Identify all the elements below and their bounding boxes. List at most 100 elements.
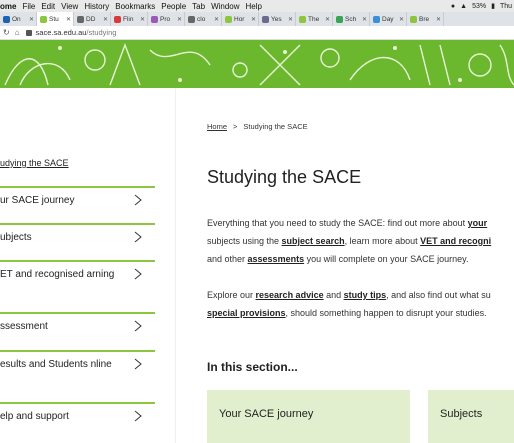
close-icon[interactable]: ✕ [362,16,369,23]
sidebar-item-help[interactable]: elp and support [0,402,155,443]
assessments-link[interactable]: assessments [248,254,305,264]
sidebar-item-assessment[interactable]: ssessment [0,312,155,350]
status-area: ● ▲ 53% ▮ Thu [451,2,514,11]
menu-file[interactable]: File [22,2,35,11]
browser-tab[interactable]: Sch ✕ [333,12,370,26]
subject-search-link[interactable]: subject search [282,236,345,246]
explore-paragraph-line: special provisions, should something hap… [207,304,487,322]
special-provisions-link[interactable]: special provisions [207,308,286,318]
url-path: /studying [86,28,117,37]
browser-tab[interactable]: DD ✕ [74,12,111,26]
sidebar-item-sace-journey[interactable]: ur SACE journey [0,186,155,223]
sidebar-item-label: esults and Students nline [0,359,112,370]
intro-paragraph-line: and other assessments you will complete … [207,250,469,268]
tab-title: On [12,15,21,23]
lock-icon[interactable] [25,29,32,36]
sidebar-item-label: elp and support [0,411,69,422]
close-icon[interactable]: ✕ [288,16,295,23]
intro-text: and other [207,254,248,264]
close-icon[interactable]: ✕ [177,16,184,23]
chevron-right-icon [134,268,142,280]
section-heading: In this section... [207,360,298,374]
home-icon[interactable]: ⌂ [15,28,20,37]
menu-edit[interactable]: Edit [41,2,55,11]
url-field[interactable]: sace.sa.edu.au/studying [36,28,117,37]
browser-tab[interactable]: clo ✕ [185,12,222,26]
menu-help[interactable]: Help [246,2,262,11]
browser-tab[interactable]: Hor ✕ [222,12,259,26]
tab-favicon-icon [188,15,195,23]
chevron-right-icon [134,358,142,370]
reload-icon[interactable]: ↻ [3,28,10,37]
clock-day[interactable]: Thu [500,3,512,10]
sidebar-item-subjects[interactable]: ubjects [0,223,155,260]
sidebar-item-label: ubjects [0,232,32,243]
browser-tab-active[interactable]: Stu ✕ [37,12,74,26]
close-icon[interactable]: ✕ [66,16,73,23]
url-domain: sace.sa.edu.au [35,28,87,37]
your-link[interactable]: your [468,218,488,228]
breadcrumb-home-link[interactable]: Home [207,122,227,131]
browser-tab[interactable]: Bre ✕ [407,12,444,26]
sidebar-item-label: ur SACE journey [0,195,75,206]
sidebar-item-label: ET and recognised arning [0,269,115,280]
sidebar-item-results[interactable]: esults and Students nline [0,350,155,402]
menu-view[interactable]: View [61,2,78,11]
sidebar-item-vet[interactable]: ET and recognised arning [0,260,155,312]
close-icon[interactable]: ✕ [29,16,36,23]
browser-tab[interactable]: The ✕ [296,12,333,26]
page-title: Studying the SACE [207,167,362,187]
banner-illustration [0,40,514,88]
intro-text: , learn more about [344,236,421,246]
card-label: Your SACE journey [219,408,314,420]
battery-percent[interactable]: 53% [472,3,486,10]
browser-tab[interactable]: Pro ✕ [148,12,185,26]
close-icon[interactable]: ✕ [251,16,258,23]
menu-bookmarks[interactable]: Bookmarks [115,2,155,11]
tab-title: DD [86,15,96,23]
explore-text: and [323,290,344,300]
os-menu-bar: ome File Edit View History Bookmarks Peo… [0,0,514,12]
research-advice-link[interactable]: research advice [256,290,324,300]
tab-title: Yes [271,15,282,23]
menu-history[interactable]: History [84,2,109,11]
close-icon[interactable]: ✕ [325,16,332,23]
browser-tab[interactable]: Flin ✕ [111,12,148,26]
card-sace-journey[interactable]: Your SACE journey [207,390,410,443]
vet-link[interactable]: VET and recogni [420,236,491,246]
menu-tab[interactable]: Tab [192,2,205,11]
tab-title: Hor [234,15,245,23]
menu-people[interactable]: People [161,2,186,11]
browser-tab[interactable]: On ✕ [0,12,37,26]
address-bar: ↻ ⌂ sace.sa.edu.au/studying [0,26,514,40]
close-icon[interactable]: ✕ [399,16,406,23]
volume-icon[interactable]: ▲ [460,3,467,10]
tab-favicon-icon [40,15,47,23]
browser-tab[interactable]: Yes ✕ [259,12,296,26]
close-icon[interactable]: ✕ [140,16,147,23]
app-menu[interactable]: ome [0,2,16,11]
tab-favicon-icon [262,15,269,23]
card-label: Subjects [440,408,483,420]
intro-paragraph-line: subjects using the subject search, learn… [207,232,491,250]
breadcrumb-current: Studying the SACE [243,122,308,131]
card-subjects[interactable]: Subjects [428,390,514,443]
tab-title: Bre [419,15,430,23]
main-content: Home > Studying the SACE Studying the SACE… [175,88,514,443]
explore-paragraph-line: Explore our research advice and study ti… [207,286,491,304]
intro-text: you will complete on your SACE journey. [304,254,469,264]
explore-text: , should something happen to disrupt you… [285,308,487,318]
close-icon[interactable]: ✕ [214,16,221,23]
tab-title: The [308,15,320,23]
close-icon[interactable]: ✕ [103,16,110,23]
chevron-right-icon [134,410,142,422]
sidebar-item-label: ssessment [0,321,48,332]
close-icon[interactable]: ✕ [436,16,443,23]
study-tips-link[interactable]: study tips [344,290,387,300]
tab-title: Pro [160,15,171,23]
menu-window[interactable]: Window [211,2,239,11]
sidebar-title[interactable]: udying the SACE [0,158,69,168]
browser-tab[interactable]: Day ✕ [370,12,407,26]
battery-icon[interactable]: ▮ [491,2,495,10]
wifi-icon[interactable]: ● [451,3,455,10]
